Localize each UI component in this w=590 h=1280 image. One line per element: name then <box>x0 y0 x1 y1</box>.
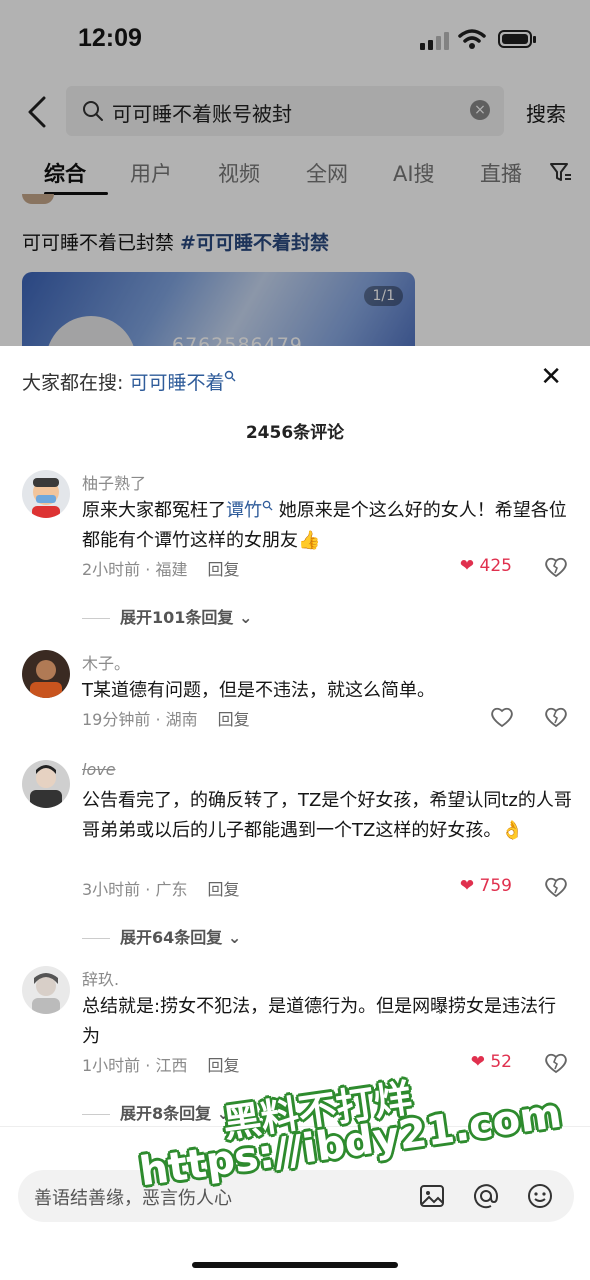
dislike-icon[interactable] <box>544 556 568 578</box>
expand-replies-button[interactable]: 展开101条回复 ⌄ <box>82 604 252 628</box>
everyone-searching: 大家都在搜: 可可睡不着 <box>22 368 236 395</box>
expand-replies-button[interactable]: 展开8条回复 ⌄ <box>82 1100 230 1124</box>
comment-search-link[interactable]: 谭竹 <box>226 500 262 521</box>
comment-author[interactable]: 柚子熟了 <box>82 470 146 494</box>
comment-time-location: 3小时前 · 广东 <box>82 880 188 899</box>
comment-input-placeholder: 善语结善缘，恶言伤人心 <box>34 1188 232 1209</box>
everyone-searching-label: 大家都在搜: <box>22 372 124 394</box>
comment-input[interactable]: 善语结善缘，恶言伤人心 <box>18 1170 574 1222</box>
mention-icon[interactable] <box>472 1182 500 1210</box>
everyone-searching-link[interactable]: 可可睡不着 <box>129 372 224 394</box>
dislike-icon[interactable] <box>544 1052 568 1074</box>
comment-text: 总结就是:捞女不犯法，是道德行为。但是网曝捞女是违法行为 <box>82 992 572 1052</box>
expand-replies-label: 展开8条回复 <box>120 1104 212 1123</box>
heart-outline-icon[interactable] <box>490 706 514 728</box>
comment-text: T某道德有问题，但是不违法，就这么简单。 <box>82 676 572 706</box>
comment-meta: 3小时前 · 广东 回复 <box>82 876 239 900</box>
like-count: 52 <box>490 1052 512 1072</box>
comment-count: 2456条评论 <box>245 423 345 443</box>
avatar[interactable] <box>22 760 70 808</box>
heart-filled-icon: ❤ <box>470 1052 485 1072</box>
like-button[interactable]: ❤ 759 <box>460 876 512 896</box>
dim-overlay <box>0 0 590 346</box>
like-button[interactable]: ❤ 52 <box>471 1052 512 1072</box>
comment-meta: 2小时前 · 福建 回复 <box>82 556 239 580</box>
reply-button[interactable]: 回复 <box>218 710 250 729</box>
comment-text-part: 总结就是:捞女不犯法，是道德行为。但是网曝捞女是违法行为 <box>82 996 557 1047</box>
heart-filled-icon: ❤ <box>459 556 475 576</box>
avatar[interactable] <box>22 470 70 518</box>
heart-filled-icon: ❤ <box>459 876 475 896</box>
dislike-icon[interactable] <box>544 706 568 728</box>
comment-author[interactable]: 辞玖. <box>82 966 119 990</box>
comment-meta: 1小时前 · 江西 回复 <box>82 1052 239 1076</box>
close-icon[interactable]: ✕ <box>540 362 562 392</box>
reply-button[interactable]: 回复 <box>207 880 239 899</box>
emoji-icon[interactable] <box>526 1182 554 1210</box>
like-count: 759 <box>479 876 512 896</box>
like-button[interactable]: ❤ 425 <box>460 556 512 576</box>
avatar[interactable] <box>22 966 70 1014</box>
home-indicator <box>192 1262 398 1268</box>
like-count: 425 <box>479 556 512 576</box>
reply-button[interactable]: 回复 <box>207 1056 239 1075</box>
image-icon[interactable] <box>418 1182 446 1210</box>
expand-replies-label: 展开101条回复 <box>120 608 234 627</box>
comment-text: 公告看完了，的确反转了，TZ是个好女孩，希望认同tz的人哥哥弟弟或以后的儿子都能… <box>82 786 572 846</box>
comment-text: 原来大家都冤枉了谭竹 她原来是个这么好的女人！希望各位都能有个谭竹这样的女朋友👍 <box>82 496 572 556</box>
comment-author[interactable]: 木子。 <box>82 650 130 674</box>
dislike-icon[interactable] <box>544 876 568 898</box>
comment-time-location: 19分钟前 · 湖南 <box>82 710 198 729</box>
small-search-icon <box>225 370 236 382</box>
reply-button[interactable]: 回复 <box>207 560 239 579</box>
expand-replies-button[interactable]: 展开64条回复 ⌄ <box>82 924 241 948</box>
expand-replies-label: 展开64条回复 <box>120 928 223 947</box>
comment-author[interactable]: love <box>82 760 116 779</box>
comment-time-location: 2小时前 · 福建 <box>82 560 188 579</box>
comment-meta: 19分钟前 · 湖南 回复 <box>82 706 250 730</box>
comment-text-part: T某道德有问题，但是不违法，就这么简单。 <box>82 680 435 701</box>
small-search-icon <box>262 500 273 511</box>
comment-time-location: 1小时前 · 江西 <box>82 1056 188 1075</box>
comment-text-part: 公告看完了，的确反转了，TZ是个好女孩，希望认同tz的人哥哥弟弟或以后的儿子都能… <box>82 790 572 841</box>
comment-text-part: 原来大家都冤枉了 <box>82 500 226 521</box>
search-results-background: 12:09 可可睡不着账号被封 × 搜索 综合 用户 视频 全网 AI搜 直播 <box>0 0 590 346</box>
avatar[interactable] <box>22 650 70 698</box>
